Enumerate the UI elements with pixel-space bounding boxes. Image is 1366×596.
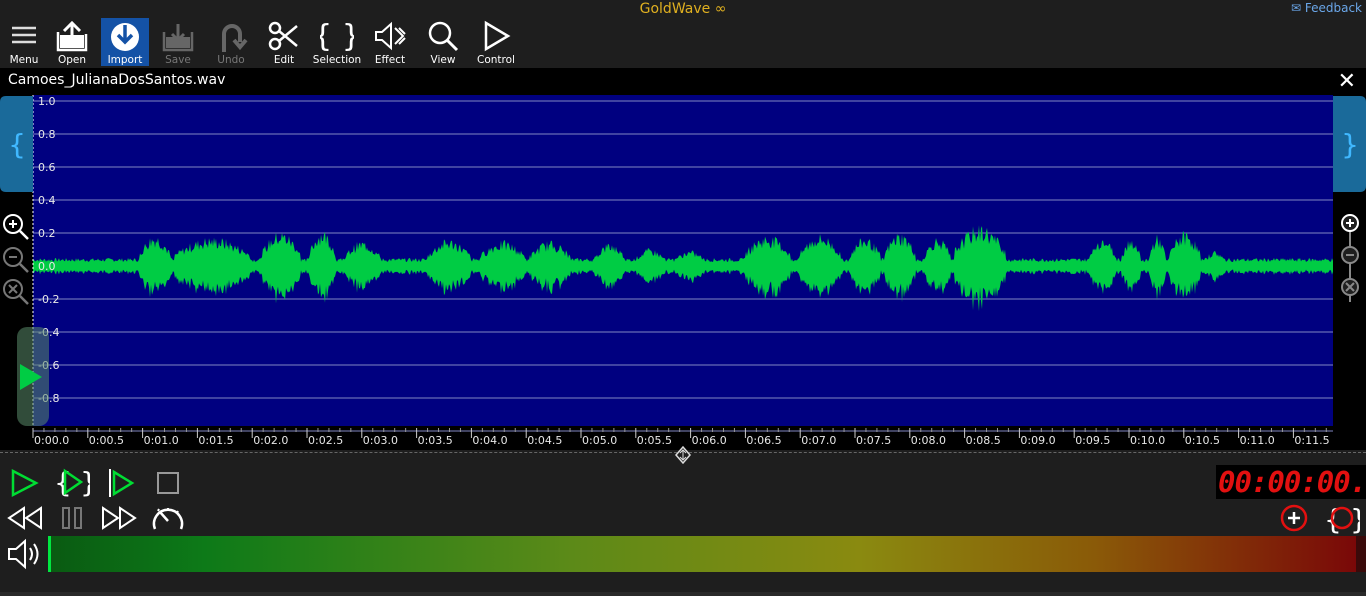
- amplitude-tick-label: 1.0: [38, 95, 56, 108]
- play-icon: [484, 20, 511, 52]
- resize-handle-icon[interactable]: [674, 446, 692, 464]
- volume-icon[interactable]: [6, 538, 42, 570]
- time-tick-label: 0:05.0: [582, 434, 617, 447]
- scissors-icon: [268, 21, 298, 51]
- vertical-zoom-out-icon[interactable]: [1341, 246, 1359, 264]
- amplitude-tick-label: 0.2: [38, 227, 56, 240]
- open-button[interactable]: Open: [48, 18, 96, 66]
- time-tick-label: 0:03.5: [418, 434, 453, 447]
- zoom-in-icon[interactable]: [3, 214, 29, 240]
- view-button[interactable]: View: [419, 18, 467, 66]
- file-tab-bar: Camoes_JulianaDosSantos.wav ✕: [0, 68, 1366, 94]
- status-strip: [0, 592, 1366, 596]
- selection-end-label: }: [1341, 128, 1359, 161]
- time-tick-label: 0:09.5: [1075, 434, 1110, 447]
- time-tick-label: 0:01.0: [144, 434, 179, 447]
- time-tick-label: 0:01.5: [198, 434, 233, 447]
- zoom-out-icon[interactable]: [3, 247, 29, 273]
- amplitude-tick-label: 0.8: [38, 128, 56, 141]
- app-title: GoldWave ∞: [639, 1, 727, 17]
- edit-button[interactable]: Edit: [260, 18, 308, 66]
- undo-button[interactable]: Undo: [207, 18, 255, 66]
- main-toolbar: Menu Open Import Save Undo Edit Selectio…: [0, 18, 540, 66]
- waveform-view[interactable]: 1.00.80.60.40.20.0-0.2-0.4-0.6-0.8 0:00.…: [0, 94, 1366, 450]
- svg-text:}: }: [1350, 503, 1360, 534]
- vertical-zoom-reset-icon[interactable]: [1341, 278, 1359, 296]
- save-icon: [162, 24, 194, 52]
- selection-button[interactable]: { } Selection: [313, 18, 361, 66]
- time-tick-label: 0:00.0: [34, 434, 69, 447]
- add-marker-record-button[interactable]: [1280, 504, 1308, 532]
- control-button[interactable]: Control: [472, 18, 520, 66]
- time-tick-label: 0:05.5: [637, 434, 672, 447]
- magnifier-icon: [428, 21, 459, 52]
- time-tick-label: 0:07.5: [856, 434, 891, 447]
- time-tick-label: 0:07.0: [801, 434, 836, 447]
- volume-level-end: [1356, 536, 1366, 572]
- import-button[interactable]: Import: [101, 18, 149, 66]
- zoom-reset-icon[interactable]: [3, 279, 29, 305]
- play-button[interactable]: [8, 468, 40, 498]
- title-bar: GoldWave ∞ ✉ Feedback: [0, 0, 1366, 20]
- time-tick-label: 0:06.0: [692, 434, 727, 447]
- stop-button[interactable]: [156, 471, 180, 495]
- time-tick-label: 0:02.5: [308, 434, 343, 447]
- time-tick-label: 0:11.5: [1294, 434, 1329, 447]
- waveform-panel: 1.00.80.60.40.20.0-0.2-0.4-0.6-0.8 0:00.…: [0, 94, 1366, 450]
- svg-text:}: }: [80, 466, 90, 498]
- play-selection-button[interactable]: { }: [54, 466, 90, 498]
- time-tick-label: 0:08.0: [911, 434, 946, 447]
- control-label: Control: [477, 54, 515, 66]
- time-display: 00:00:00.0: [1216, 465, 1366, 499]
- time-tick-label: 0:03.0: [363, 434, 398, 447]
- volume-level-indicator[interactable]: [48, 536, 51, 572]
- open-icon: [56, 20, 88, 52]
- amplitude-tick-label: 0.4: [38, 194, 56, 207]
- volume-level-meter[interactable]: [48, 536, 1356, 572]
- undo-icon: [222, 24, 248, 52]
- amplitude-tick-label: -0.2: [38, 293, 59, 306]
- amplitude-tick-label: 0.0: [38, 260, 56, 273]
- svg-text:{: {: [54, 466, 72, 498]
- save-button[interactable]: Save: [154, 18, 202, 66]
- feedback-link[interactable]: ✉ Feedback: [1291, 1, 1362, 15]
- time-tick-label: 0:00.5: [89, 434, 124, 447]
- play-from-cursor-button[interactable]: [106, 468, 136, 498]
- menu-icon: [12, 26, 36, 44]
- file-name[interactable]: Camoes_JulianaDosSantos.wav: [8, 72, 225, 88]
- braces-icon: { }: [320, 20, 354, 52]
- time-tick-label: 0:04.0: [472, 434, 507, 447]
- speaker-effect-icon: [375, 21, 406, 51]
- time-tick-label: 0:10.0: [1130, 434, 1165, 447]
- time-tick-label: 0:11.0: [1240, 434, 1275, 447]
- close-file-button[interactable]: ✕: [1338, 69, 1356, 94]
- rewind-button[interactable]: [6, 505, 44, 531]
- pause-button[interactable]: [60, 506, 84, 530]
- time-tick-label: 0:09.0: [1020, 434, 1055, 447]
- time-tick-label: 0:08.5: [966, 434, 1001, 447]
- amplitude-tick-label: 0.6: [38, 161, 56, 174]
- svg-text:{ }: { }: [320, 20, 354, 52]
- fast-forward-button[interactable]: [100, 505, 138, 531]
- vertical-zoom-in-icon[interactable]: [1341, 214, 1359, 232]
- import-icon: [111, 23, 139, 51]
- selection-start-label: {: [8, 128, 26, 161]
- speed-gauge-button[interactable]: [150, 503, 186, 533]
- time-tick-label: 0:04.5: [527, 434, 562, 447]
- effect-button[interactable]: Effect: [366, 18, 414, 66]
- time-tick-label: 0:10.5: [1185, 434, 1220, 447]
- record-selection-button[interactable]: { }: [1324, 502, 1360, 534]
- time-tick-label: 0:06.5: [746, 434, 781, 447]
- time-tick-label: 0:02.0: [253, 434, 288, 447]
